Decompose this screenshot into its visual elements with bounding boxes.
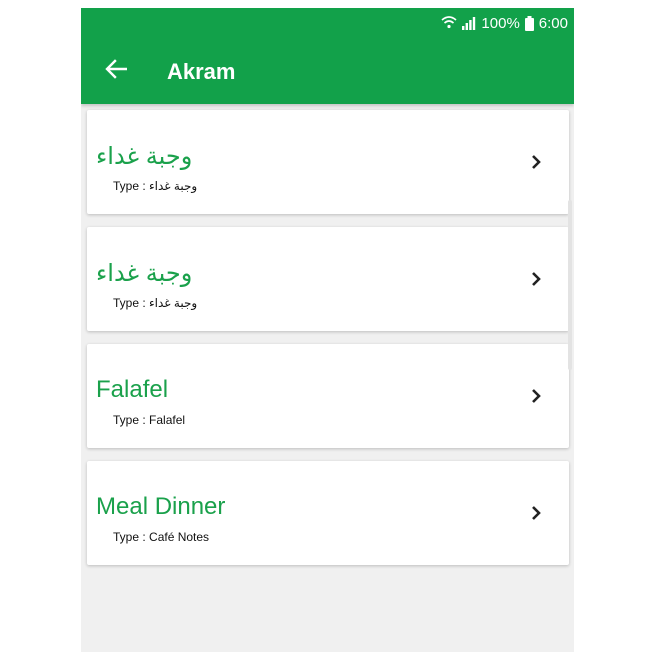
item-title: Falafel [96,376,169,403]
item-title: Meal Dinner [96,493,226,520]
item-type: Type : Falafel [113,413,185,427]
chevron-right-icon [532,272,541,286]
page-title: Akram [167,59,236,84]
list-item[interactable]: وجبة غداء Type : وجبة غداء [87,110,569,214]
item-type: Type : وجبة غداء [113,296,197,310]
item-type: Type : وجبة غداء [113,179,197,193]
type-label: Type : [113,413,150,427]
type-value: وجبة غداء [149,296,198,310]
status-bar: 100% 6:00 [441,13,568,33]
back-button[interactable] [101,58,131,84]
clock: 6:00 [538,14,568,32]
battery-level: 100% [481,14,520,32]
app-screen: 100% 6:00 Akram وجبة غداء Type : وجبة غد… [81,8,574,652]
chevron-right-icon [532,389,541,403]
battery-icon [524,15,534,31]
chevron-right-icon [532,506,541,520]
type-label: Type : [113,530,150,544]
chevron-right-icon [532,155,541,169]
wifi-icon [441,16,457,30]
type-label: Type : [113,296,150,310]
type-value: Café Notes [149,530,210,544]
item-type: Type : Café Notes [113,530,209,544]
type-value: وجبة غداء [149,179,198,193]
signal-icon [462,16,476,30]
item-title: وجبة غداء [96,260,193,287]
list-item[interactable]: Meal Dinner Type : Café Notes [87,461,569,565]
list-item[interactable]: Falafel Type : Falafel [87,344,569,448]
scroll-edge [568,200,572,370]
item-title: وجبة غداء [96,143,193,170]
type-value: Falafel [149,413,186,427]
list-item[interactable]: وجبة غداء Type : وجبة غداء [87,227,569,331]
app-bar: 100% 6:00 Akram [81,8,574,104]
type-label: Type : [113,179,150,193]
arrow-left-icon [105,58,128,84]
